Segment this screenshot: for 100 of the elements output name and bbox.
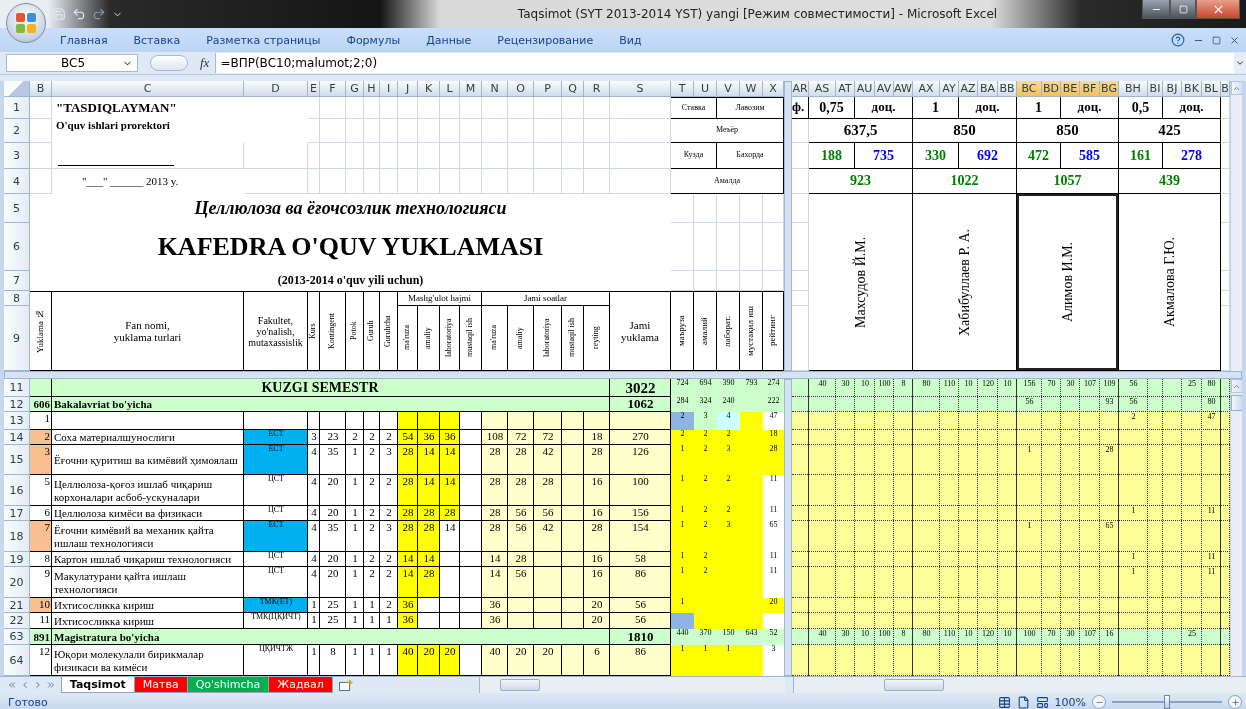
column-header[interactable]: E [308,81,320,97]
redo-button[interactable] [92,7,106,21]
column-header[interactable]: AZ [959,81,978,97]
horizontal-scrollbar[interactable] [478,677,785,693]
column-header[interactable]: AW [894,81,913,97]
save-button[interactable] [52,7,66,21]
sheet-tab[interactable]: Taqsimot [60,677,135,693]
column-header[interactable]: BG [1100,81,1119,97]
column-header[interactable]: J [398,81,418,97]
column-header[interactable]: BI [1148,81,1163,97]
pane-splitter[interactable] [4,371,1242,379]
column-header[interactable]: G [346,81,364,97]
row-header[interactable]: 2 [4,119,30,143]
ribbon-tab[interactable]: Вставка [133,33,181,47]
column-header[interactable]: O [508,81,534,97]
row-header[interactable]: 64 [4,645,30,676]
sheet-tab[interactable]: Матва [133,677,188,693]
row-header[interactable]: 7 [4,271,30,291]
row-header[interactable]: 4 [4,169,30,194]
row-header[interactable]: 15 [4,445,30,475]
row-header[interactable]: 18 [4,521,30,552]
column-header[interactable]: X [763,81,784,97]
column-header[interactable]: BC [1017,81,1042,97]
scroll-up-button[interactable] [1230,379,1242,393]
close-icon[interactable] [1229,34,1240,46]
column-header[interactable]: AX [913,81,940,97]
row-header[interactable]: 13 [4,412,30,430]
column-header[interactable]: C [52,81,244,97]
row-header[interactable]: 1 [4,97,30,119]
column-header[interactable]: BH [1119,81,1148,97]
slider-thumb[interactable] [1164,695,1170,709]
column-header[interactable]: BA [978,81,998,97]
column-header[interactable]: BF [1080,81,1100,97]
undo-button[interactable] [72,7,86,21]
column-header[interactable]: D [244,81,308,97]
scroll-thumb[interactable] [1230,395,1242,411]
row-header[interactable]: 6 [4,223,30,271]
ribbon-tab[interactable]: Формулы [346,33,401,47]
row-header[interactable]: 5 [4,194,30,223]
column-header[interactable]: I [380,81,398,97]
ribbon-tab[interactable]: Данные [426,33,472,47]
insert-function-button[interactable]: fx [194,55,216,71]
column-header[interactable]: B [30,81,52,97]
column-header[interactable]: L [440,81,460,97]
pane-splitter[interactable] [784,81,792,371]
row-header[interactable]: 17 [4,506,30,521]
row-header[interactable]: 12 [4,397,30,412]
select-all-button[interactable] [4,81,30,97]
page-break-icon[interactable] [1035,695,1049,709]
vertical-scrollbar[interactable] [1230,379,1242,676]
ribbon-tab[interactable]: Вид [619,33,642,47]
row-header[interactable]: 16 [4,475,30,506]
column-header[interactable]: AS [809,81,836,97]
row-header[interactable]: 63 [4,629,30,645]
column-header[interactable]: U [694,81,717,97]
column-header[interactable]: BJ [1163,81,1182,97]
column-header[interactable]: R [584,81,610,97]
zoom-in-button[interactable] [1228,695,1242,709]
ribbon-tab[interactable]: Главная [60,33,108,47]
teacher-name[interactable]: Хабибуллаев Р. А. [913,194,1017,371]
column-header[interactable]: W [740,81,763,97]
vertical-scrollbar[interactable] [1230,81,1242,371]
row-header[interactable]: 14 [4,430,30,445]
row-header[interactable]: 8 [4,291,30,306]
column-header[interactable]: BK [1182,81,1202,97]
ribbon-tab[interactable]: Разметка страницы [206,33,321,47]
normal-view-icon[interactable] [997,695,1011,709]
pane-splitter[interactable] [784,379,792,676]
row-header[interactable]: 11 [4,379,30,397]
ribbon-tab[interactable]: Рецензирование [497,33,594,47]
column-header[interactable]: BD [1042,81,1061,97]
column-header[interactable]: BB [998,81,1017,97]
row-header[interactable]: 22 [4,613,30,629]
restore-button[interactable] [1170,0,1196,19]
column-header[interactable]: AU [855,81,875,97]
page-layout-icon[interactable] [1016,695,1030,709]
formula-bar-handle[interactable] [150,55,188,71]
scroll-thumb[interactable] [499,679,540,691]
teacher-name[interactable]: Акмалова Г.Ю. [1119,194,1221,371]
formula-field[interactable]: =ВПР(BC10;malumot;2;0) [215,53,1234,73]
column-header[interactable]: M [460,81,482,97]
scroll-up-button[interactable] [1230,81,1242,95]
column-header[interactable]: F [320,81,346,97]
column-header[interactable]: AY [940,81,959,97]
row-header[interactable]: 21 [4,598,30,613]
horizontal-scrollbar[interactable] [792,677,1246,693]
close-button[interactable] [1196,0,1240,19]
scroll-thumb[interactable] [883,679,944,691]
column-header[interactable]: BE [1061,81,1080,97]
column-header[interactable]: BL [1202,81,1221,97]
restore-icon[interactable] [1212,35,1221,45]
column-header[interactable]: T [671,81,694,97]
name-box[interactable]: BC5 [6,54,138,72]
office-button[interactable] [6,3,46,43]
column-header[interactable]: Q [562,81,584,97]
minimize-button[interactable] [1142,0,1170,19]
row-header[interactable]: 20 [4,567,30,598]
column-header[interactable]: S [610,81,671,97]
help-icon[interactable] [1171,33,1185,47]
column-header[interactable]: AR [792,81,809,97]
